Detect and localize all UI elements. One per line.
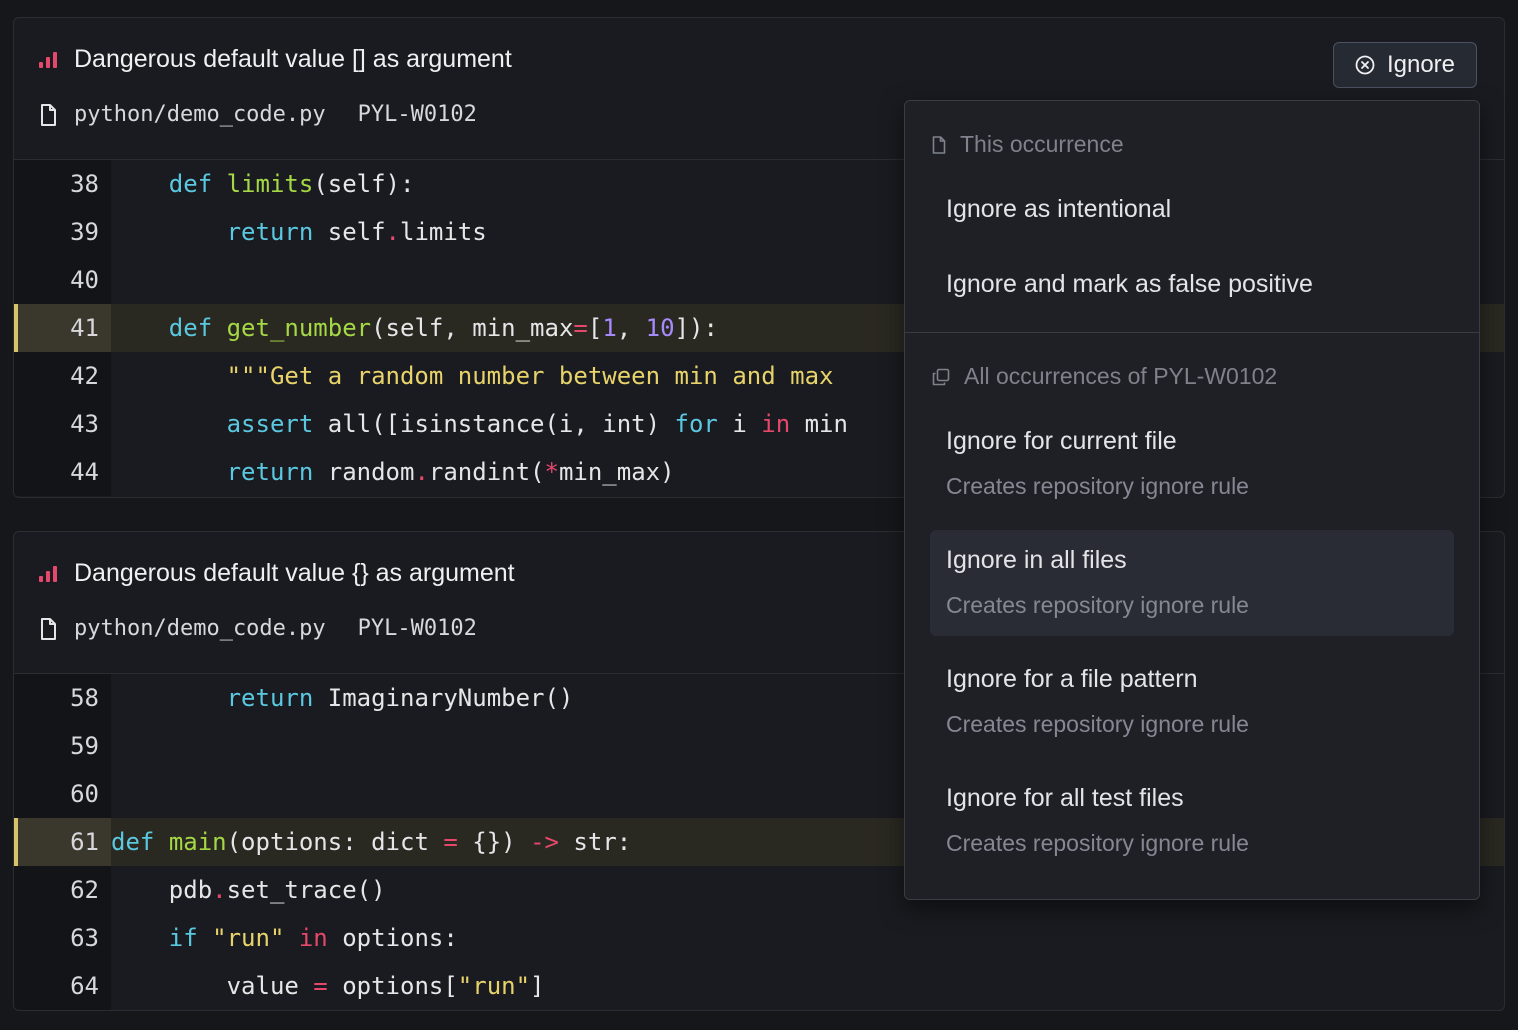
- code-text: """Get a random number between min and m…: [226, 362, 834, 390]
- file-icon: [41, 103, 56, 126]
- code-text: return random.randint(*min_max): [226, 458, 675, 486]
- line-number: 58: [14, 674, 111, 722]
- menu-item-ignore-intentional[interactable]: Ignore as intentional: [930, 181, 1454, 241]
- menu-item-description: Creates repository ignore rule: [946, 592, 1249, 618]
- menu-item-label: Ignore for all test files: [946, 784, 1184, 812]
- section-all-occurrences: All occurrences of PYL-W0102: [932, 363, 1277, 390]
- menu-item-label: Ignore for current file: [946, 427, 1177, 455]
- issue-title[interactable]: Dangerous default value {} as argument: [74, 559, 515, 588]
- close-circle-icon: [1355, 55, 1375, 75]
- code-text: assert all([isinstance(i, int) for i in …: [226, 410, 848, 438]
- code-text: if "run" in options:: [168, 924, 458, 952]
- menu-item-description: Creates repository ignore rule: [946, 711, 1249, 737]
- line-number: 43: [14, 400, 111, 448]
- menu-item-label: Ignore and mark as false positive: [946, 270, 1313, 298]
- ignore-dropdown-menu: This occurrence Ignore as intentional Ig…: [904, 100, 1480, 900]
- line-number: 59: [14, 722, 111, 770]
- line-number: 41: [14, 304, 111, 352]
- issue-meta: python/demo_code.py PYL-W0102: [40, 616, 477, 641]
- menu-item-description: Creates repository ignore rule: [946, 473, 1249, 499]
- code-text: def get_number(self, min_max=[1, 10]):: [168, 314, 718, 342]
- line-number: 60: [14, 770, 111, 818]
- section-this-occurrence: This occurrence: [932, 131, 1124, 158]
- menu-item-ignore-test-files[interactable]: Ignore for all test files Creates reposi…: [930, 769, 1454, 873]
- ignore-button[interactable]: Ignore: [1333, 42, 1477, 88]
- code-line: 64 value = options["run"]: [14, 962, 1504, 1010]
- severity-bars-icon: [39, 565, 61, 582]
- menu-item-description: Creates repository ignore rule: [946, 830, 1249, 856]
- line-number: 38: [14, 160, 111, 208]
- issue-title[interactable]: Dangerous default value [] as argument: [74, 45, 512, 74]
- line-number: 44: [14, 448, 111, 496]
- file-icon: [41, 617, 56, 640]
- issue-meta: python/demo_code.py PYL-W0102: [40, 102, 477, 127]
- line-number: 63: [14, 914, 111, 962]
- line-number: 64: [14, 962, 111, 1010]
- menu-item-ignore-file-pattern[interactable]: Ignore for a file pattern Creates reposi…: [930, 650, 1454, 754]
- code-text: value = options["run"]: [111, 972, 545, 1000]
- file-path[interactable]: python/demo_code.py: [74, 616, 326, 641]
- section-title: All occurrences of PYL-W0102: [964, 363, 1278, 389]
- code-text: return self.limits: [226, 218, 487, 246]
- issue-title-row: Dangerous default value {} as argument: [39, 559, 515, 588]
- severity-bars-icon: [39, 51, 61, 68]
- file-path[interactable]: python/demo_code.py: [74, 102, 326, 127]
- line-number: 42: [14, 352, 111, 400]
- menu-item-ignore-current-file[interactable]: Ignore for current file Creates reposito…: [930, 412, 1454, 514]
- code-text: def limits(self):: [168, 170, 415, 198]
- issue-title-row: Dangerous default value [] as argument: [39, 45, 512, 74]
- menu-item-label: Ignore in all files: [946, 546, 1127, 574]
- menu-divider: [905, 332, 1479, 333]
- menu-item-ignore-all-files[interactable]: Ignore in all files Creates repository i…: [930, 530, 1454, 636]
- line-number: 61: [14, 818, 111, 866]
- code-line: 63 if "run" in options:: [14, 914, 1504, 962]
- line-number: 39: [14, 208, 111, 256]
- line-number: 40: [14, 256, 111, 304]
- section-title: This occurrence: [960, 131, 1124, 157]
- ignore-button-label: Ignore: [1386, 51, 1456, 78]
- code-text: pdb.set_trace(): [111, 876, 386, 904]
- line-number: 62: [14, 866, 111, 914]
- issue-code: PYL-W0102: [357, 616, 477, 641]
- menu-item-label: Ignore for a file pattern: [946, 665, 1198, 693]
- menu-item-ignore-false-positive[interactable]: Ignore and mark as false positive: [930, 256, 1454, 316]
- copy-icon: [932, 368, 950, 385]
- code-text: def main(options: dict = {}) -> str:: [111, 828, 632, 856]
- menu-item-label: Ignore as intentional: [946, 195, 1172, 223]
- issue-code: PYL-W0102: [357, 102, 477, 127]
- code-text: return ImaginaryNumber(): [226, 684, 574, 712]
- file-icon: [932, 135, 946, 154]
